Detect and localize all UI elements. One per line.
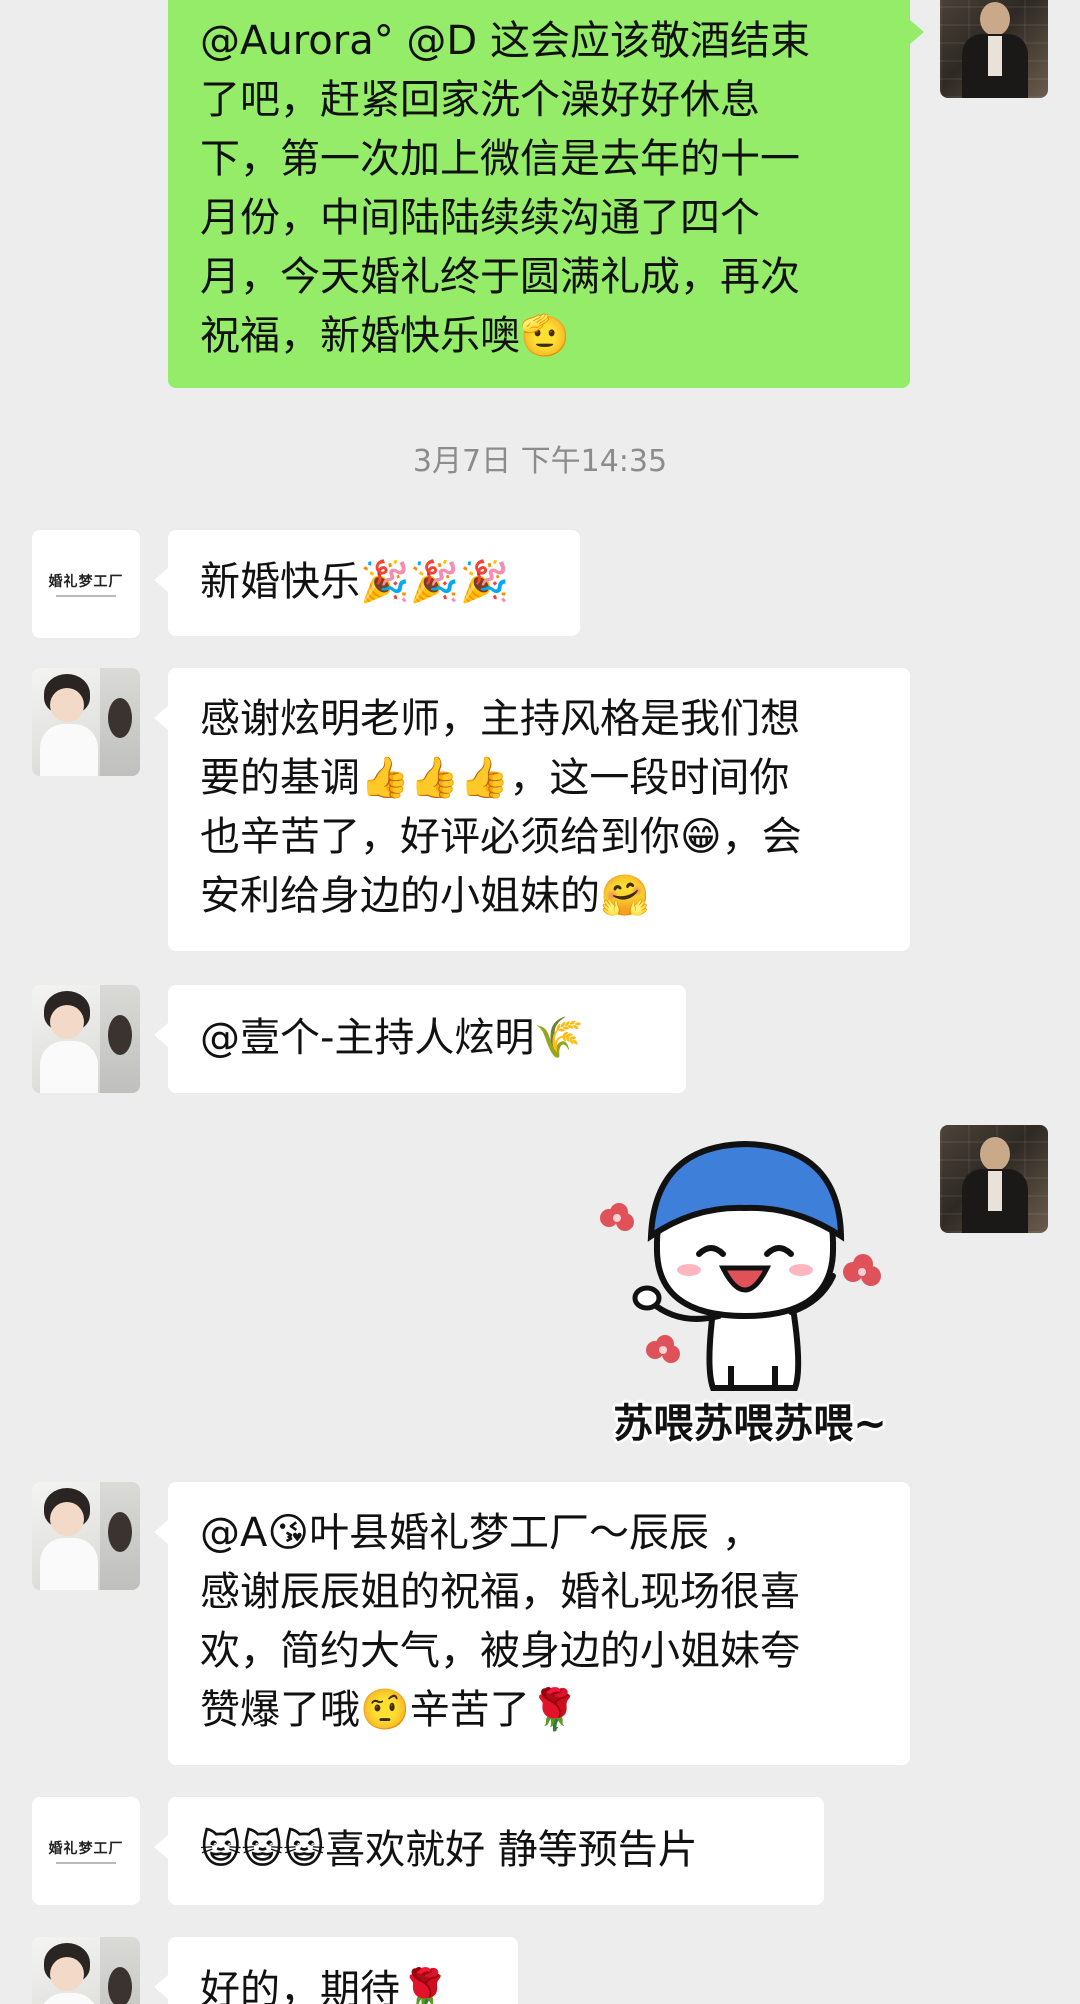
- message-text-line: 要的基调👍👍👍，这一段时间你: [200, 755, 790, 801]
- message-bubble-incoming[interactable]: 新婚快乐🎉🎉🎉: [154, 530, 580, 636]
- message-timestamp: 3月7日 下午14:35: [412, 444, 668, 479]
- contact-avatar-bride[interactable]: [32, 1937, 140, 2004]
- message-text-line: 赞爆了哦🤨辛苦了🌹: [200, 1687, 580, 1733]
- message-text-line: 欢，简约大气，被身边的小姐妹夸: [200, 1628, 800, 1674]
- message-text-line: 安利给身边的小姐妹的🤗: [200, 873, 650, 919]
- brand-logo-text: 婚礼梦工厂: [48, 1841, 124, 1857]
- message-text: 新婚快乐🎉🎉🎉: [200, 559, 510, 605]
- contact-avatar-bride[interactable]: [32, 668, 140, 776]
- message-text: 好的，期待🌹: [200, 1967, 450, 2004]
- logo-underline: [56, 595, 116, 597]
- message-text-line: @A😘叶县婚礼梦工厂～辰辰 ，: [200, 1510, 762, 1556]
- contact-avatar-wedding-studio[interactable]: 婚礼梦工厂: [32, 530, 140, 638]
- contact-avatar-bride[interactable]: [32, 985, 140, 1093]
- self-avatar[interactable]: [940, 1125, 1048, 1233]
- logo-underline: [56, 1862, 116, 1864]
- message-text-line: 月份，中间陆陆续续沟通了四个: [200, 195, 760, 241]
- message-text-line: 了吧，赶紧回家洗个澡好好休息: [200, 77, 760, 123]
- message-bubble-incoming[interactable]: 好的，期待🌹: [154, 1937, 518, 2004]
- message-bubble-outgoing[interactable]: @Aurora° @D 这会应该敬酒结束 了吧，赶紧回家洗个澡好好休息 下，第一…: [168, 0, 924, 388]
- message-bubble-incoming[interactable]: 感谢炫明老师，主持风格是我们想 要的基调👍👍👍，这一段时间你 也辛苦了，好评必须…: [154, 668, 910, 951]
- message-bubble-incoming[interactable]: 😺😺😺喜欢就好 静等预告片: [154, 1797, 824, 1905]
- message-bubble-incoming[interactable]: @A😘叶县婚礼梦工厂～辰辰 ， 感谢辰辰姐的祝福，婚礼现场很喜 欢，简约大气，被…: [154, 1482, 910, 1765]
- message-text-line: 月，今天婚礼终于圆满礼成，再次: [200, 254, 800, 300]
- message-text-line: 也辛苦了，好评必须给到你😁，会: [200, 814, 802, 860]
- message-text-line: 下，第一次加上微信是去年的十一: [200, 136, 800, 182]
- message-bubble-incoming[interactable]: @壹个-主持人炫明🌾: [154, 985, 686, 1093]
- message-text-line: 祝福，新婚快乐噢🫡: [200, 313, 570, 359]
- brand-logo-text: 婚礼梦工厂: [48, 574, 124, 590]
- message-text-line: @Aurora° @D 这会应该敬酒结束: [200, 18, 810, 64]
- self-avatar[interactable]: [940, 0, 1048, 98]
- contact-avatar-bride[interactable]: [32, 1482, 140, 1590]
- sticker-character-image: [600, 1140, 881, 1391]
- message-text: 😺😺😺喜欢就好 静等预告片: [200, 1827, 698, 1873]
- sticker-message[interactable]: 苏喂苏喂苏喂~: [595, 1126, 905, 1447]
- sticker-caption: 苏喂苏喂苏喂~: [613, 1401, 887, 1447]
- chat-thread: @Aurora° @D 这会应该敬酒结束 了吧，赶紧回家洗个澡好好休息 下，第一…: [0, 0, 1080, 2004]
- contact-avatar-wedding-studio[interactable]: 婚礼梦工厂: [32, 1797, 140, 1905]
- message-text-line: 感谢辰辰姐的祝福，婚礼现场很喜: [200, 1569, 800, 1615]
- message-text-line: 感谢炫明老师，主持风格是我们想: [200, 696, 800, 742]
- message-text: @壹个-主持人炫明🌾: [200, 1015, 585, 1061]
